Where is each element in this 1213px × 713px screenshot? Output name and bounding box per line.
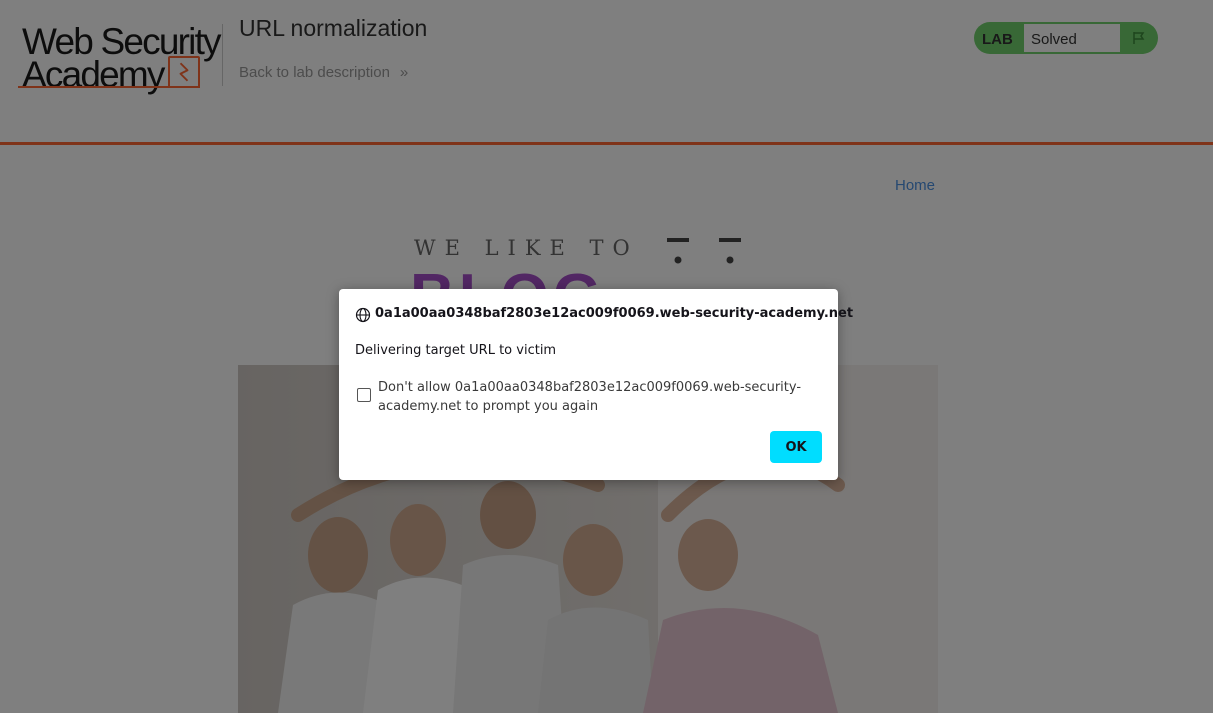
dialog-message: Delivering target URL to victim [355, 343, 557, 358]
dont-allow-prompt-checkbox[interactable] [357, 388, 371, 402]
prompt-dialog: 0a1a00aa0348baf2803e12ac009f0069.web-sec… [339, 289, 853, 480]
dialog-origin: 0a1a00aa0348baf2803e12ac009f0069.web-sec… [375, 306, 854, 321]
dont-allow-prompt-label[interactable]: Don't allow 0a1a00aa0348baf2803e12ac009f… [378, 378, 818, 416]
ok-button[interactable]: OK [770, 431, 822, 463]
dialog-header: 0a1a00aa0348baf2803e12ac009f0069.web-sec… [355, 306, 853, 324]
globe-icon [355, 307, 371, 323]
